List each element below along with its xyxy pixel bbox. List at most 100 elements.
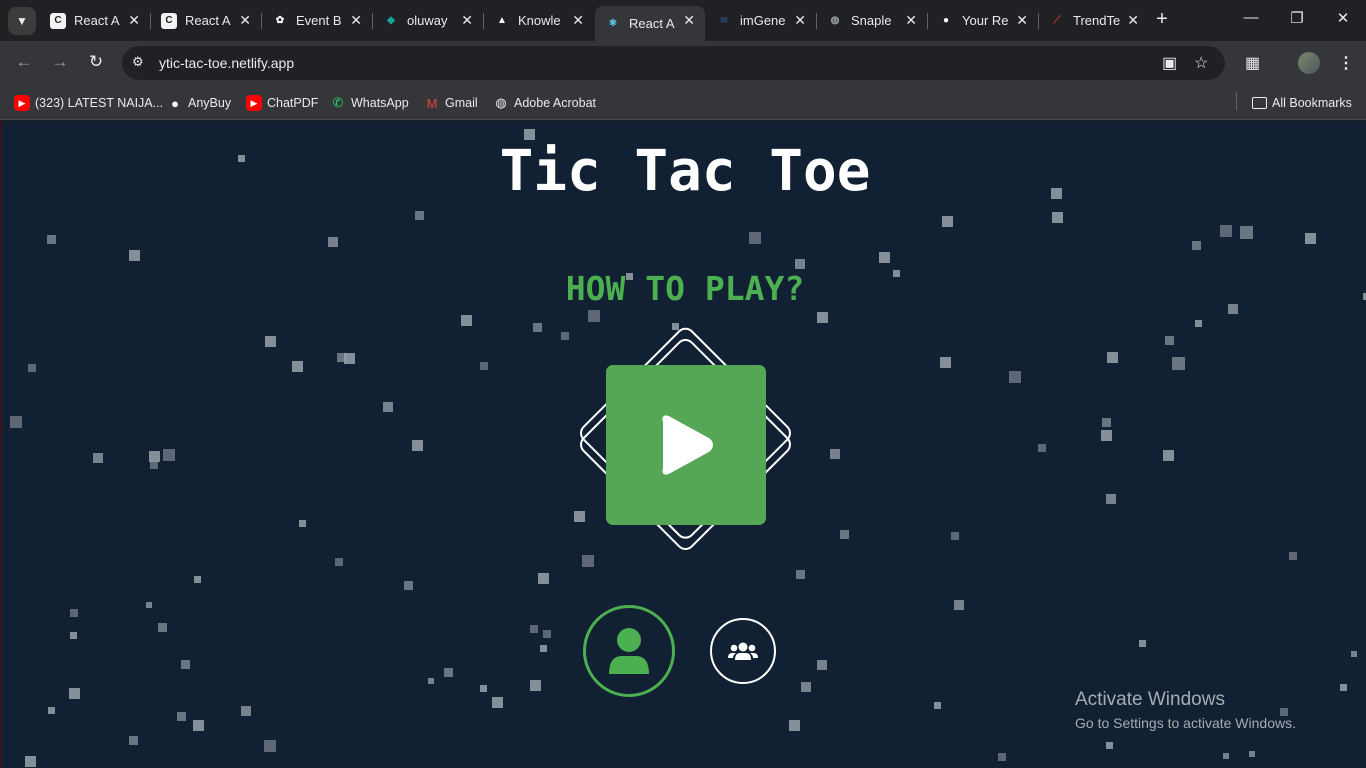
bookmark-item[interactable]: ◍ Adobe Acrobat [493, 93, 596, 113]
folder-icon [1252, 97, 1267, 109]
users-icon [728, 642, 758, 660]
star-particle [1172, 357, 1185, 370]
bookmark-item[interactable]: ▶ (323) LATEST NAIJA... [14, 93, 163, 113]
install-app-icon[interactable]: ▣ [1162, 53, 1177, 73]
menu-kebab-icon[interactable]: ⋮ [1338, 53, 1354, 73]
arrow-left-icon: ← [15, 52, 33, 71]
tab-1[interactable]: C React A ✕ [40, 6, 150, 35]
site-info-icon[interactable]: ⚙ [132, 54, 144, 70]
bookmark-label: AnyBuy [188, 96, 232, 110]
star-particle [415, 211, 424, 220]
close-window-button[interactable]: ✕ [1328, 9, 1358, 27]
imgen-icon: ≋ [719, 15, 729, 26]
star-particle [951, 532, 959, 540]
page-title: Tic Tac Toe [499, 139, 871, 204]
plus-icon: + [1156, 8, 1168, 30]
star-particle [328, 237, 338, 247]
close-tab-icon[interactable]: ✕ [128, 12, 140, 29]
how-to-play-link[interactable]: HOW TO PLAY? [2, 269, 1366, 308]
star-particle [942, 216, 953, 227]
star-particle [193, 720, 204, 731]
star-particle [492, 697, 503, 708]
close-tab-icon[interactable]: ✕ [1016, 12, 1028, 29]
close-tab-icon[interactable]: ✕ [239, 12, 251, 29]
all-bookmarks-button[interactable]: All Bookmarks [1252, 93, 1352, 113]
close-tab-icon[interactable]: ✕ [794, 12, 806, 29]
star-particle [954, 600, 964, 610]
star-particle [158, 623, 167, 632]
star-particle [934, 702, 941, 709]
single-player-mode-button[interactable] [583, 605, 675, 697]
star-particle [789, 720, 800, 731]
star-particle [383, 402, 393, 412]
trend-icon: ⟋ [1053, 15, 1061, 26]
bookmark-item[interactable]: M Gmail [424, 93, 478, 113]
tab-title: Snaple [851, 13, 892, 28]
star-particle [830, 449, 840, 459]
star-particle [1249, 751, 1255, 757]
tab-9[interactable]: ● Your Re ✕ [928, 6, 1038, 35]
tab-title: Your Re [962, 13, 1009, 28]
youtube-icon: ▶ [14, 95, 30, 111]
activate-windows-subtitle: Go to Settings to activate Windows. [1075, 715, 1296, 731]
url-text[interactable]: ytic-tac-toe.netlify.app [159, 55, 294, 71]
bookmark-item[interactable]: ✆ WhatsApp [330, 93, 409, 113]
play-button[interactable] [606, 365, 766, 525]
star-particle [344, 353, 355, 364]
star-particle [129, 250, 140, 261]
extensions-icon[interactable]: ▦ [1245, 53, 1260, 73]
tab-3[interactable]: ✿ Event B ✕ [262, 6, 372, 35]
star-particle [1195, 320, 1202, 327]
star-particle [461, 315, 472, 326]
tab-5[interactable]: ▲ Knowle ✕ [484, 6, 594, 35]
star-particle [998, 753, 1006, 761]
tab-7[interactable]: ≋ imGene ✕ [706, 6, 816, 35]
back-button[interactable]: ← [12, 52, 36, 72]
star-particle [749, 232, 761, 244]
close-tab-icon[interactable]: ✕ [461, 12, 473, 29]
tab-10[interactable]: ⟋ TrendTe ✕ [1039, 6, 1149, 35]
gmail-icon: M [426, 95, 438, 111]
star-particle [540, 645, 547, 652]
globe-icon: ◍ [830, 15, 840, 26]
forward-button[interactable]: → [48, 52, 72, 72]
close-tab-icon[interactable]: ✕ [1127, 12, 1139, 29]
tab-2[interactable]: C React A ✕ [151, 6, 261, 35]
close-tab-icon[interactable]: ✕ [350, 12, 362, 29]
tab-4[interactable]: ◆ oluway ✕ [373, 6, 483, 35]
bookmark-item[interactable]: ● AnyBuy [167, 93, 231, 113]
close-tab-icon[interactable]: ✕ [572, 12, 584, 29]
star-particle [1223, 753, 1229, 759]
new-tab-button[interactable]: + [1150, 8, 1174, 31]
star-particle [588, 310, 600, 322]
star-particle [801, 682, 811, 692]
reload-button[interactable]: ↻ [84, 52, 108, 72]
star-particle [10, 416, 22, 428]
profile-avatar[interactable] [1298, 52, 1320, 74]
star-particle [1106, 494, 1116, 504]
star-particle [1165, 336, 1174, 345]
bookmark-label: (323) LATEST NAIJA... [35, 96, 164, 110]
tab-search-button[interactable]: ▼ [8, 7, 36, 35]
close-icon: ✕ [1336, 10, 1350, 27]
multiplayer-mode-button[interactable] [710, 618, 776, 684]
minimize-button[interactable]: — [1236, 9, 1266, 26]
tab-6[interactable]: ⚛ React A ✕ [595, 6, 705, 41]
star-particle [69, 688, 80, 699]
star-particle [129, 736, 138, 745]
github-icon: ● [171, 95, 179, 111]
star-particle [177, 712, 186, 721]
address-bar[interactable]: ⚙ ytic-tac-toe.netlify.app ▣ ☆ [122, 46, 1225, 80]
restore-button[interactable]: ❐ [1282, 9, 1312, 27]
react-a-favicon: C [50, 12, 66, 29]
star-particle [879, 252, 890, 263]
star-particle [428, 678, 434, 684]
bookmark-star-icon[interactable]: ☆ [1194, 53, 1208, 73]
all-bookmarks-label: All Bookmarks [1272, 96, 1352, 110]
tab-8[interactable]: ◍ Snaple ✕ [817, 6, 927, 35]
bookmark-item[interactable]: ▶ ChatPDF [246, 93, 318, 113]
tab-strip: ▼ C React A ✕ C React A ✕ ✿ Event B ✕ ◆ oluway ✕ ▲ Kn… [0, 0, 1366, 41]
youtube-icon: ▶ [246, 95, 262, 111]
close-tab-icon[interactable]: ✕ [905, 12, 917, 29]
close-tab-icon[interactable]: ✕ [683, 12, 695, 29]
